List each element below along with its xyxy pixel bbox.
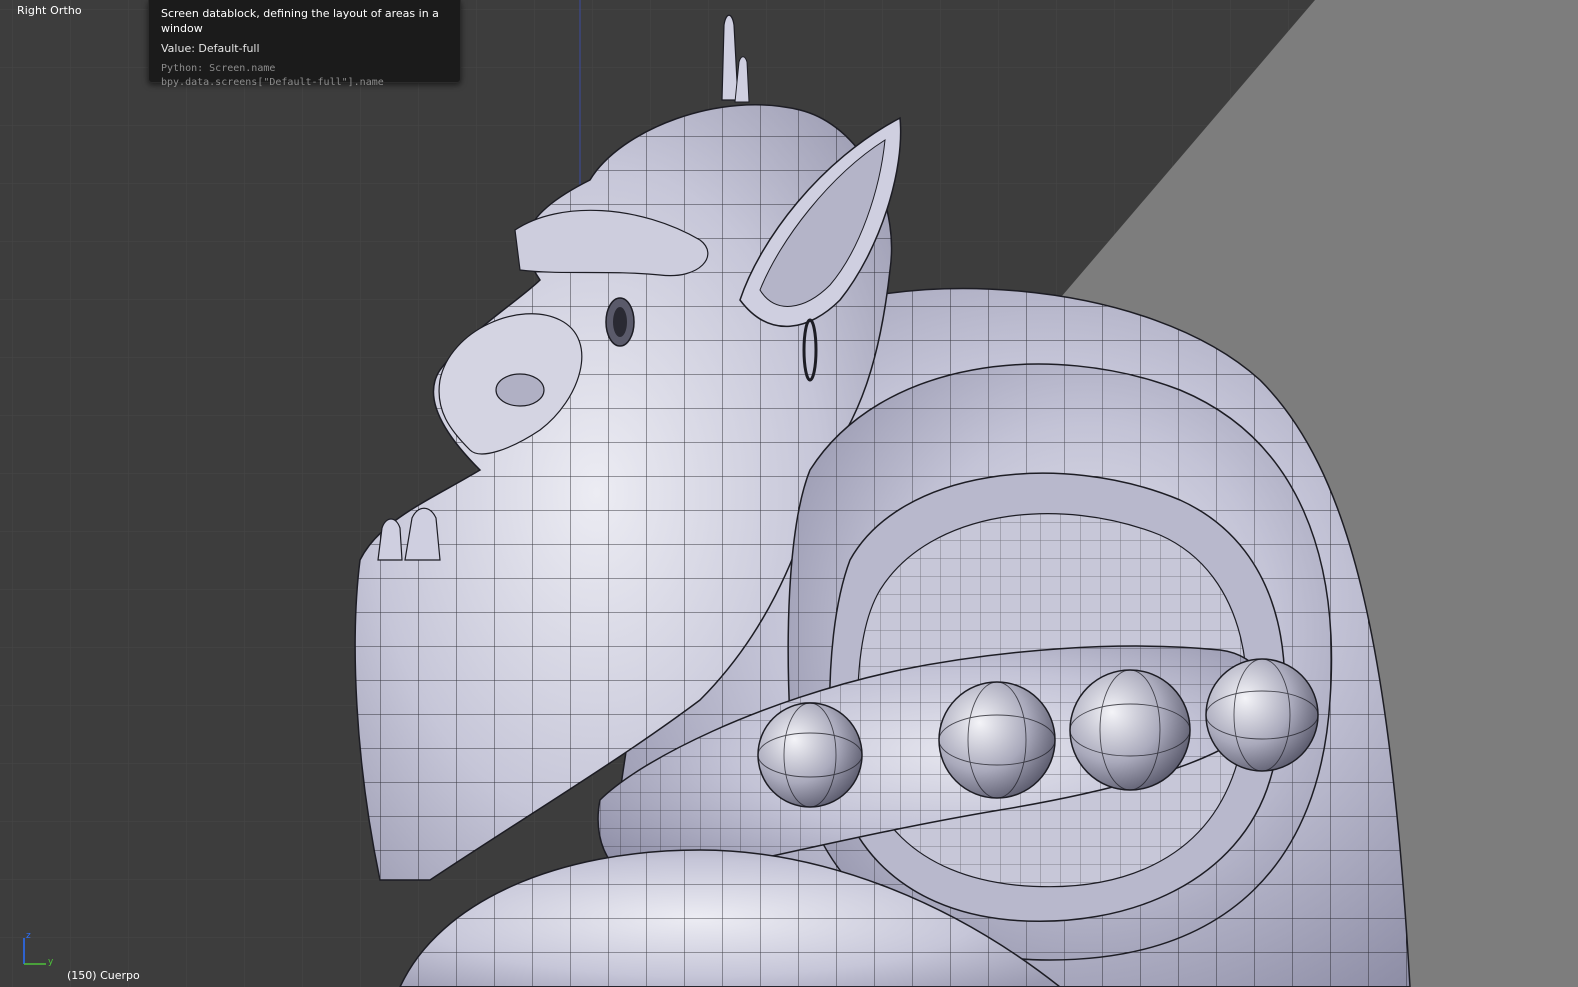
scene-canvas[interactable] (0, 0, 1578, 987)
stud-1 (757, 702, 863, 808)
y-axis-label: y (48, 957, 54, 967)
tooltip: Screen datablock, defining the layout of… (148, 0, 461, 88)
tooltip-path: bpy.data.screens["Default-full"].name (161, 77, 384, 88)
stud-3 (1069, 669, 1191, 791)
tooltip-title: Screen datablock, defining the layout of… (161, 7, 439, 35)
view-name-label: Right Ortho (17, 4, 82, 17)
tooltip-value: Value: Default-full (161, 42, 260, 55)
tooltip-python: Python: Screen.name (161, 63, 276, 74)
eye-inner (613, 307, 627, 337)
stud-2 (938, 681, 1056, 799)
object-info-label: (150) Cuerpo (67, 969, 140, 982)
3d-viewport[interactable]: Right Ortho Screen datablock, defining t… (0, 0, 1578, 987)
z-axis-label: z (26, 931, 31, 941)
axis-gizmo: z y (23, 931, 54, 967)
nostril (495, 373, 545, 407)
stud-4 (1205, 658, 1319, 772)
